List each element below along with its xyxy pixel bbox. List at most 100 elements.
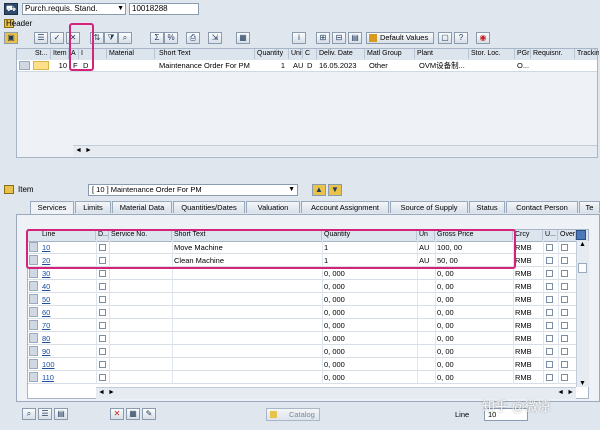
service-line[interactable]: 80: [40, 332, 96, 345]
col-requisnr[interactable]: Requisnr.: [531, 49, 575, 59]
export-icon[interactable]: ⇲: [208, 32, 222, 44]
service-price[interactable]: 0, 00: [435, 306, 513, 319]
u-checkbox[interactable]: [546, 361, 553, 368]
col-pgr[interactable]: PGr: [515, 49, 531, 59]
tab-valuation[interactable]: Valuation: [246, 201, 300, 213]
service-short-text[interactable]: [172, 345, 322, 358]
tab-account-assignment[interactable]: Account Assignment: [301, 201, 389, 213]
service-price[interactable]: 0, 00: [435, 280, 513, 293]
deletion-checkbox[interactable]: [99, 296, 106, 303]
sum-icon[interactable]: Σ: [150, 32, 164, 44]
colored-wheel-icon[interactable]: ◉: [476, 32, 490, 44]
service-delete-icon[interactable]: ✕: [110, 408, 124, 420]
tab-status[interactable]: Status: [469, 201, 505, 213]
scroll-up-icon[interactable]: ▲: [579, 241, 586, 248]
subtotal-icon[interactable]: %: [164, 32, 178, 44]
unit-value[interactable]: AU: [291, 60, 305, 71]
col-plant[interactable]: Plant: [415, 49, 469, 59]
over-checkbox[interactable]: [561, 374, 568, 381]
tab-services[interactable]: Services: [30, 201, 74, 214]
layout-icon[interactable]: ▦: [236, 32, 250, 44]
details-icon[interactable]: ☰: [34, 32, 48, 44]
deletion-checkbox[interactable]: [99, 322, 106, 329]
row-selector[interactable]: [29, 346, 38, 356]
service-line[interactable]: 70: [40, 319, 96, 332]
items-grid-scrollbar[interactable]: ◄ ►: [73, 145, 597, 156]
tree-icon[interactable]: ⊞: [316, 32, 330, 44]
services-vertical-scrollbar[interactable]: ▲ ▼: [576, 241, 589, 387]
service-row[interactable]: 70 0, 000 0, 00 RMB: [28, 319, 576, 332]
service-crcy[interactable]: RMB: [513, 241, 543, 254]
help-icon[interactable]: ?: [454, 32, 468, 44]
over-checkbox[interactable]: [561, 296, 568, 303]
row-selector[interactable]: [29, 307, 38, 317]
col-deliv-date[interactable]: Deliv. Date: [317, 49, 365, 59]
matl-group-value[interactable]: Other: [367, 60, 415, 71]
next-item-button[interactable]: ▼: [328, 184, 342, 196]
col-u[interactable]: U...: [543, 230, 558, 240]
status-cell[interactable]: [33, 61, 49, 70]
col-c[interactable]: C: [303, 49, 317, 59]
tab-contact-person[interactable]: Contact Person: [506, 201, 578, 213]
service-unit[interactable]: [417, 345, 435, 358]
service-unit[interactable]: [417, 293, 435, 306]
scroll-end-left-icon[interactable]: ◄: [557, 389, 564, 396]
tab-source-of-supply[interactable]: Source of Supply: [390, 201, 468, 213]
service-unit[interactable]: [417, 371, 435, 384]
service-row[interactable]: 50 0, 000 0, 00 RMB: [28, 293, 576, 306]
u-checkbox[interactable]: [546, 270, 553, 277]
service-short-text[interactable]: [172, 371, 322, 384]
service-quantity[interactable]: 0, 000: [322, 319, 417, 332]
col-status[interactable]: St...: [33, 49, 51, 59]
c-value[interactable]: D: [305, 60, 317, 71]
chevron-down-icon[interactable]: ▼: [288, 185, 295, 195]
deletion-checkbox[interactable]: [99, 361, 106, 368]
service-quantity[interactable]: 0, 000: [322, 371, 417, 384]
scroll-right-icon[interactable]: ►: [108, 389, 115, 396]
service-price[interactable]: 0, 00: [435, 332, 513, 345]
pgr-value[interactable]: O...: [515, 60, 531, 71]
service-row[interactable]: 110 0, 000 0, 00 RMB: [28, 371, 576, 384]
service-short-text[interactable]: [172, 319, 322, 332]
deletion-checkbox[interactable]: [99, 270, 106, 277]
service-unit[interactable]: [417, 280, 435, 293]
u-checkbox[interactable]: [546, 309, 553, 316]
service-quantity[interactable]: 0, 000: [322, 280, 417, 293]
document-type-icon[interactable]: ⛟: [4, 3, 18, 15]
over-checkbox[interactable]: [561, 361, 568, 368]
over-checkbox[interactable]: [561, 348, 568, 355]
row-selector[interactable]: [29, 294, 38, 304]
service-line[interactable]: 60: [40, 306, 96, 319]
service-short-text[interactable]: [172, 293, 322, 306]
service-short-text[interactable]: [172, 280, 322, 293]
service-list-icon[interactable]: ☰: [38, 408, 52, 420]
scroll-right-icon[interactable]: ►: [85, 146, 92, 155]
service-price[interactable]: 0, 00: [435, 293, 513, 306]
over-checkbox[interactable]: [561, 309, 568, 316]
service-crcy[interactable]: RMB: [513, 345, 543, 358]
row-selector[interactable]: [29, 372, 38, 382]
scroll-left-icon[interactable]: ◄: [98, 389, 105, 396]
default-values-button[interactable]: Default Values: [366, 32, 434, 44]
row-selector[interactable]: [29, 333, 38, 343]
service-line[interactable]: 100: [40, 358, 96, 371]
service-crcy[interactable]: RMB: [513, 371, 543, 384]
service-unit[interactable]: [417, 306, 435, 319]
u-checkbox[interactable]: [546, 348, 553, 355]
scroll-thumb[interactable]: [578, 263, 587, 273]
service-unit[interactable]: [417, 332, 435, 345]
col-crcy[interactable]: Crcy: [513, 230, 543, 240]
tab-material-data[interactable]: Material Data: [112, 201, 172, 213]
service-price[interactable]: 0, 00: [435, 319, 513, 332]
service-crcy[interactable]: RMB: [513, 254, 543, 267]
col-short-text[interactable]: Short Text: [157, 49, 255, 59]
service-unit[interactable]: [417, 319, 435, 332]
column-settings-icon[interactable]: [576, 230, 586, 240]
service-line[interactable]: 50: [40, 293, 96, 306]
filter-icon[interactable]: ⧩: [104, 32, 118, 44]
over-checkbox[interactable]: [561, 244, 568, 251]
service-row[interactable]: 100 0, 000 0, 00 RMB: [28, 358, 576, 371]
info-icon[interactable]: i: [292, 32, 306, 44]
col-quantity[interactable]: Quantity: [255, 49, 289, 59]
items-grid-row[interactable]: 10 F D Maintenance Order For PM 1 AU D 1…: [17, 60, 597, 72]
